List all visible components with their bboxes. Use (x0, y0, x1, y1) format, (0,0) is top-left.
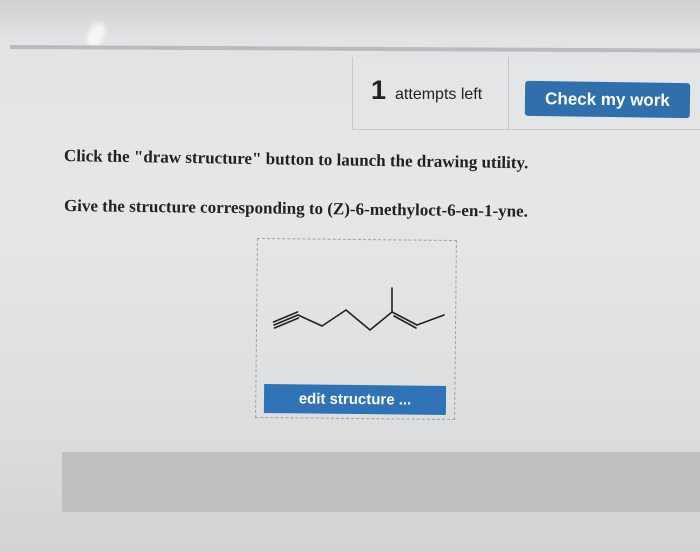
toolbar-divider (508, 57, 509, 129)
attempts-label: attempts left (395, 86, 483, 103)
screen: 1 attempts left Check my work Click the … (0, 0, 700, 552)
alkene-bond-1 (391, 311, 418, 326)
instruction-structure: Give the structure corresponding to (Z)-… (63, 196, 529, 221)
terminal-bond (416, 314, 445, 326)
carbon-chain (297, 309, 393, 331)
edit-structure-button[interactable]: edit structure ... (263, 384, 447, 415)
instruction-draw: Click the "draw structure" button to lau… (63, 146, 529, 173)
check-my-work-button[interactable]: Check my work (524, 80, 691, 119)
attempts-indicator: 1 attempts left (371, 75, 482, 106)
assignment-toolbar: 1 attempts left Check my work (352, 57, 700, 130)
header-rule (9, 45, 700, 53)
attempts-count: 1 (371, 75, 387, 105)
molecule-structure-image (272, 287, 445, 331)
footer-panel (62, 452, 700, 512)
